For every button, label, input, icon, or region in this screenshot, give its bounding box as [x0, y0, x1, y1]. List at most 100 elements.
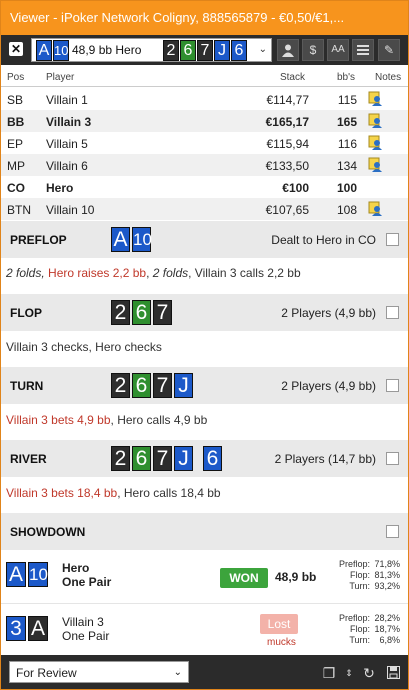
hand-card: A — [36, 40, 52, 61]
street-info: 2 Players (4,9 bb) — [281, 379, 376, 393]
player-name: Hero — [62, 561, 90, 575]
street-showdown: SHOWDOWN — [1, 513, 408, 550]
person-icon[interactable] — [277, 39, 299, 61]
player-position: CO — [7, 181, 25, 195]
player-position: MP — [7, 159, 25, 173]
board-card: 7 — [153, 300, 172, 325]
preflop-action: 2 folds, Hero raises 2,2 bb, 2 folds, Vi… — [6, 266, 301, 280]
col-stack: Stack — [279, 72, 305, 83]
street-checkbox[interactable] — [386, 306, 399, 319]
note-icon[interactable] — [368, 91, 383, 106]
street-info: 2 Players (4,9 bb) — [281, 306, 376, 320]
street-river: RIVER 2 6 7 J 6 2 Players (14,7 bb) — [1, 440, 408, 477]
viewer-window: Viewer - iPoker Network Coligny, 8885658… — [0, 0, 409, 690]
note-icon[interactable] — [368, 113, 383, 128]
player-position: SB — [7, 93, 24, 107]
street-checkbox[interactable] — [386, 379, 399, 392]
hero-card: A — [6, 562, 26, 587]
board-card: J — [174, 373, 193, 398]
board-card: 7 — [153, 446, 172, 471]
player-position: BB — [7, 115, 25, 129]
flop-action: Villain 3 checks, Hero checks — [6, 340, 162, 354]
player-row[interactable]: MP Villain 6 €133,50 134 — [1, 154, 408, 176]
list-icon[interactable] — [352, 39, 374, 61]
action-segment: , Villain 3 calls 2,2 bb — [188, 266, 301, 280]
river-action: Villain 3 bets 18,4 bb, Hero calls 18,4 … — [6, 486, 221, 500]
font-size-icon[interactable]: AA — [327, 39, 349, 61]
review-status-select[interactable]: For Review ⌄ — [9, 661, 189, 683]
board-card: 6 — [231, 40, 247, 61]
equity-value: 81,3% — [374, 570, 400, 580]
villain-card: A — [28, 616, 48, 641]
player-row[interactable]: SB Villain 1 €114,77 115 — [1, 88, 408, 110]
board-card: 6 — [132, 373, 151, 398]
close-icon[interactable]: ✕ — [9, 42, 23, 56]
copy-icon[interactable]: ❐ — [319, 663, 339, 683]
player-bbs: 115 — [337, 93, 357, 107]
hero-card: A — [111, 227, 130, 252]
won-amount: 48,9 bb — [275, 570, 317, 584]
mucks-label: mucks — [267, 637, 296, 648]
hand-card: 10 — [53, 40, 69, 61]
board-card: J — [214, 40, 230, 61]
board-card: 6 — [203, 446, 222, 471]
col-bbs: bb's — [336, 72, 355, 83]
equity-label: Turn: — [349, 581, 370, 591]
hand-label: 48,9 bb Hero — [72, 43, 142, 57]
board-card: J — [174, 446, 193, 471]
player-name: Villain 10 — [46, 203, 95, 217]
hand-select-dropdown[interactable]: A 10 48,9 bb Hero 2 6 7 J 6 ⌄ — [31, 38, 272, 62]
player-stack: €133,50 — [265, 159, 309, 173]
edit-icon[interactable]: ✎ — [378, 39, 400, 61]
equity-label: Preflop: — [338, 613, 370, 623]
villain-card: 3 — [6, 616, 26, 641]
note-icon[interactable] — [368, 135, 383, 150]
chevron-down-icon: ⌄ — [258, 44, 267, 55]
note-icon[interactable] — [368, 201, 383, 216]
action-segment: Villain 3 checks, Hero checks — [6, 340, 162, 354]
equity-label: Preflop: — [338, 559, 370, 569]
player-row[interactable]: CO Hero €100 100 — [1, 176, 408, 198]
player-name: Villain 3 — [62, 615, 104, 629]
street-preflop: PREFLOP A 10 Dealt to Hero in CO — [1, 221, 408, 258]
chevron-down-icon: ⌄ — [173, 667, 182, 678]
dollar-icon[interactable]: $ — [302, 39, 324, 61]
player-row[interactable]: BB Villain 3 €165,17 165 — [1, 110, 408, 132]
board-card: 7 — [153, 373, 172, 398]
board-card: 6 — [132, 446, 151, 471]
player-bbs: 100 — [336, 181, 357, 195]
title-bar[interactable]: Viewer - iPoker Network Coligny, 8885658… — [1, 1, 408, 35]
player-stack: €115,94 — [266, 137, 310, 151]
player-row[interactable]: BTN Villain 10 €107,65 108 — [1, 198, 408, 220]
street-checkbox[interactable] — [386, 233, 399, 246]
street-name: FLOP — [10, 306, 42, 320]
board-card: 6 — [180, 40, 196, 61]
action-segment: Villain 3 bets 4,9 bb — [6, 413, 111, 427]
copy-dropdown-icon[interactable]: ⇕ — [339, 663, 359, 683]
col-pos: Pos — [7, 72, 25, 83]
save-icon[interactable] — [383, 663, 403, 683]
action-segment: 2 folds, — [6, 266, 49, 280]
player-bbs: 165 — [336, 115, 357, 129]
player-position: BTN — [7, 203, 31, 217]
turn-action: Villain 3 bets 4,9 bb, Hero calls 4,9 bb — [6, 413, 207, 427]
street-checkbox[interactable] — [386, 452, 399, 465]
equity-label: Turn: — [349, 635, 370, 645]
board-card: 2 — [111, 300, 130, 325]
street-info: Dealt to Hero in CO — [271, 233, 376, 247]
street-checkbox[interactable] — [386, 525, 399, 538]
refresh-icon[interactable]: ↻ — [359, 663, 379, 683]
player-stack: €114,77 — [266, 93, 310, 107]
note-icon[interactable] — [368, 157, 383, 172]
player-position: EP — [7, 137, 24, 151]
player-row[interactable]: EP Villain 5 €115,94 116 — [1, 132, 408, 154]
player-stack: €100 — [282, 181, 309, 195]
footer-bar: For Review ⌄ ❐ ⇕ ↻ — [1, 655, 408, 689]
board-card: 7 — [197, 40, 213, 61]
street-name: PREFLOP — [10, 233, 67, 247]
action-segment: Hero raises 2,2 bb — [48, 266, 147, 280]
review-status-value: For Review — [16, 666, 77, 680]
hand-rank: One Pair — [62, 575, 112, 589]
equity-value: 93,2% — [374, 581, 400, 591]
players-table-header: Pos Player Stack bb's Notes — [1, 65, 408, 87]
